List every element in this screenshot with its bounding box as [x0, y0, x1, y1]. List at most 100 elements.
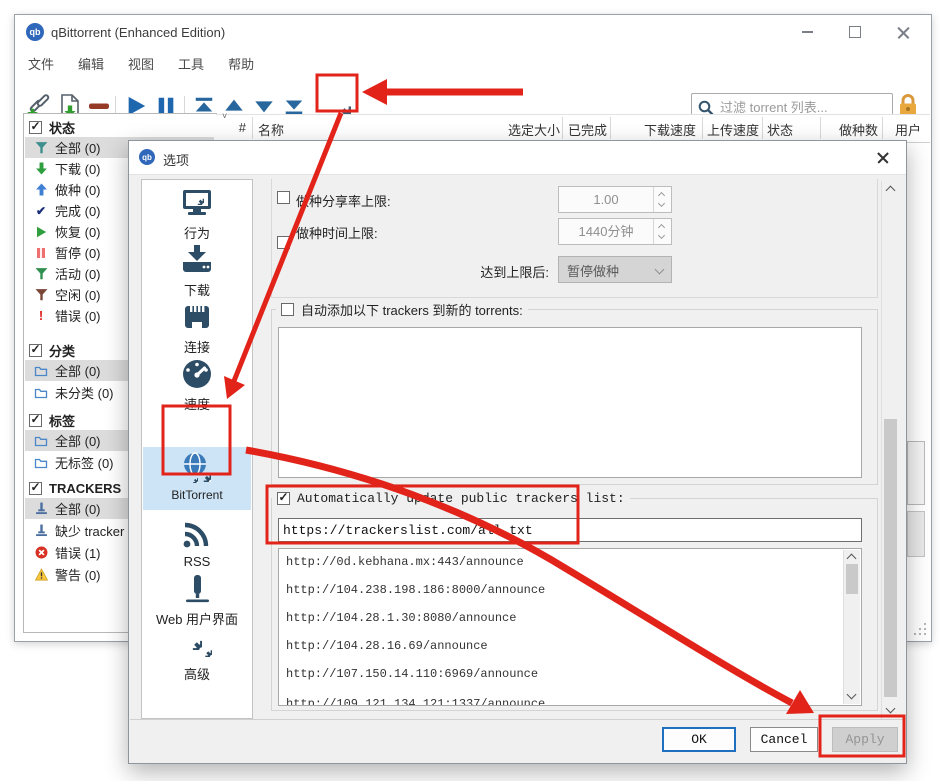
limit-action-combo[interactable]: 暂停做种 [558, 256, 672, 283]
ok-button[interactable]: OK [662, 727, 736, 752]
cancel-button[interactable]: Cancel [750, 727, 818, 752]
window-title: qBittorrent (Enhanced Edition) [51, 25, 225, 40]
apply-button[interactable]: Apply [832, 727, 898, 752]
resize-grip[interactable] [910, 619, 926, 635]
sort-indicator: ˅ [222, 111, 227, 121]
nav-speed[interactable]: 速度 [143, 356, 251, 413]
tracker-icon [35, 524, 48, 537]
auto-update-trackers-title: Automatically update public trackers lis… [272, 490, 630, 506]
close-icon [897, 26, 910, 39]
tracker-list-textarea[interactable]: http://0d.kebhana.mx:443/announce http:/… [278, 548, 862, 706]
spin-up-icon [658, 224, 665, 231]
spin-down-icon [658, 200, 665, 207]
funnel-icon [35, 141, 48, 154]
funnel-icon [35, 288, 48, 301]
folder-icon [34, 387, 48, 399]
play-icon [35, 226, 47, 238]
minimize-icon [802, 31, 813, 33]
maximize-button[interactable] [833, 15, 877, 49]
connection-icon [143, 299, 251, 335]
menu-view[interactable]: 视图 [128, 54, 154, 73]
folder-icon [34, 365, 48, 377]
webui-icon [143, 571, 251, 607]
advanced-icon [143, 626, 251, 662]
auto-add-trackers-textarea[interactable] [278, 327, 862, 478]
tracker-url: http://104.238.198.186:8000/announce [286, 583, 545, 597]
qbittorrent-logo: qb [139, 149, 155, 165]
minimize-button[interactable] [785, 15, 829, 49]
scroll-down-icon [847, 690, 857, 700]
arrow-up-icon [35, 183, 48, 196]
scroll-down-icon [886, 704, 896, 714]
check-icon: ✔ [34, 204, 48, 217]
menu-file[interactable]: 文件 [28, 54, 54, 73]
ratio-limit-checkbox[interactable] [277, 191, 290, 204]
column-name[interactable]: 名称 [258, 120, 284, 139]
column-status[interactable]: 状态 [767, 120, 793, 139]
maximize-icon [849, 26, 861, 38]
nav-downloads[interactable]: 下载 [143, 242, 251, 299]
menu-edit[interactable]: 编辑 [78, 54, 104, 73]
column-size[interactable]: 选定大小 [480, 120, 560, 139]
menu-help[interactable]: 帮助 [228, 54, 254, 73]
nav-rss[interactable]: RSS [143, 516, 251, 569]
options-dialog: qb 选项 行为 [128, 140, 907, 764]
main-scrollbar-fragment[interactable] [907, 511, 925, 557]
scroll-thumb[interactable] [846, 564, 858, 594]
time-limit-label: 做种时间上限: [296, 223, 378, 242]
combo-chevron-icon [655, 265, 665, 275]
tracker-icon [35, 502, 48, 515]
nav-webui[interactable]: Web 用户界面 [143, 571, 251, 628]
trackers-url-input[interactable] [278, 518, 862, 542]
spin-buttons[interactable] [653, 187, 671, 212]
toolbar [15, 75, 931, 114]
limit-action-label: 达到上限后: [431, 262, 549, 281]
options-scrollbar[interactable] [881, 181, 899, 719]
section-trackers: TRACKERS [29, 480, 121, 497]
buttons-separator [130, 719, 905, 720]
tags-checkbox[interactable] [29, 414, 42, 427]
auto-update-trackers-checkbox[interactable] [277, 492, 290, 505]
close-icon [877, 152, 889, 164]
spin-up-icon [658, 192, 665, 199]
menu-tools[interactable]: 工具 [178, 54, 204, 73]
tracker-url: http://104.28.1.30:8080/announce [286, 611, 516, 625]
pause-icon [35, 247, 47, 259]
tracker-list-scrollbar[interactable] [843, 550, 860, 704]
menu-bar: 文件 编辑 视图 工具 帮助 [15, 51, 931, 75]
close-button[interactable] [881, 15, 925, 49]
auto-add-trackers-checkbox[interactable] [281, 303, 294, 316]
tracker-url: http://109.121.134.121:1337/announce [286, 697, 545, 706]
time-limit-checkbox[interactable] [277, 236, 290, 249]
tracker-url: http://104.28.16.69/announce [286, 639, 488, 653]
dialog-title: 选项 [163, 150, 189, 169]
bittorrent-icon [143, 450, 251, 486]
column-upspeed[interactable]: 上传速度 [679, 120, 759, 139]
nav-connection[interactable]: 连接 [143, 299, 251, 356]
section-status: 状态 [29, 119, 75, 136]
spin-buttons[interactable] [653, 219, 671, 244]
nav-bittorrent[interactable]: BitTorrent [143, 447, 251, 510]
column-seeds[interactable]: 做种数 [798, 120, 878, 139]
exclamation-icon: ! [34, 309, 48, 322]
scroll-up-icon [847, 554, 857, 564]
trackers-checkbox[interactable] [29, 482, 42, 495]
ratio-limit-spinbox[interactable]: 1.00 [558, 186, 672, 213]
nav-advanced[interactable]: 高级 [143, 626, 251, 683]
error-icon [35, 546, 48, 559]
column-number[interactable]: # [230, 120, 246, 135]
column-done[interactable]: 已完成 [568, 120, 607, 139]
main-scrollbar-fragment[interactable] [907, 441, 925, 505]
torrent-table-header: ˅ # 名称 选定大小 已完成 下载速度 上传速度 状态 做种数 用户 [216, 114, 930, 143]
tracker-url: http://0d.kebhana.mx:443/announce [286, 555, 524, 569]
nav-behavior[interactable]: 行为 [143, 185, 251, 242]
tracker-url: http://107.150.14.110:6969/announce [286, 667, 538, 681]
time-limit-spinbox[interactable]: 1440分钟 [558, 218, 672, 245]
dialog-titlebar: qb 选项 [129, 141, 906, 175]
dialog-close-button[interactable] [868, 148, 898, 168]
scroll-thumb[interactable] [884, 419, 897, 697]
status-checkbox[interactable] [29, 121, 42, 134]
categories-checkbox[interactable] [29, 344, 42, 357]
column-user[interactable]: 用户 [895, 120, 921, 139]
options-nav: 行为 下载 连接 [141, 179, 253, 719]
